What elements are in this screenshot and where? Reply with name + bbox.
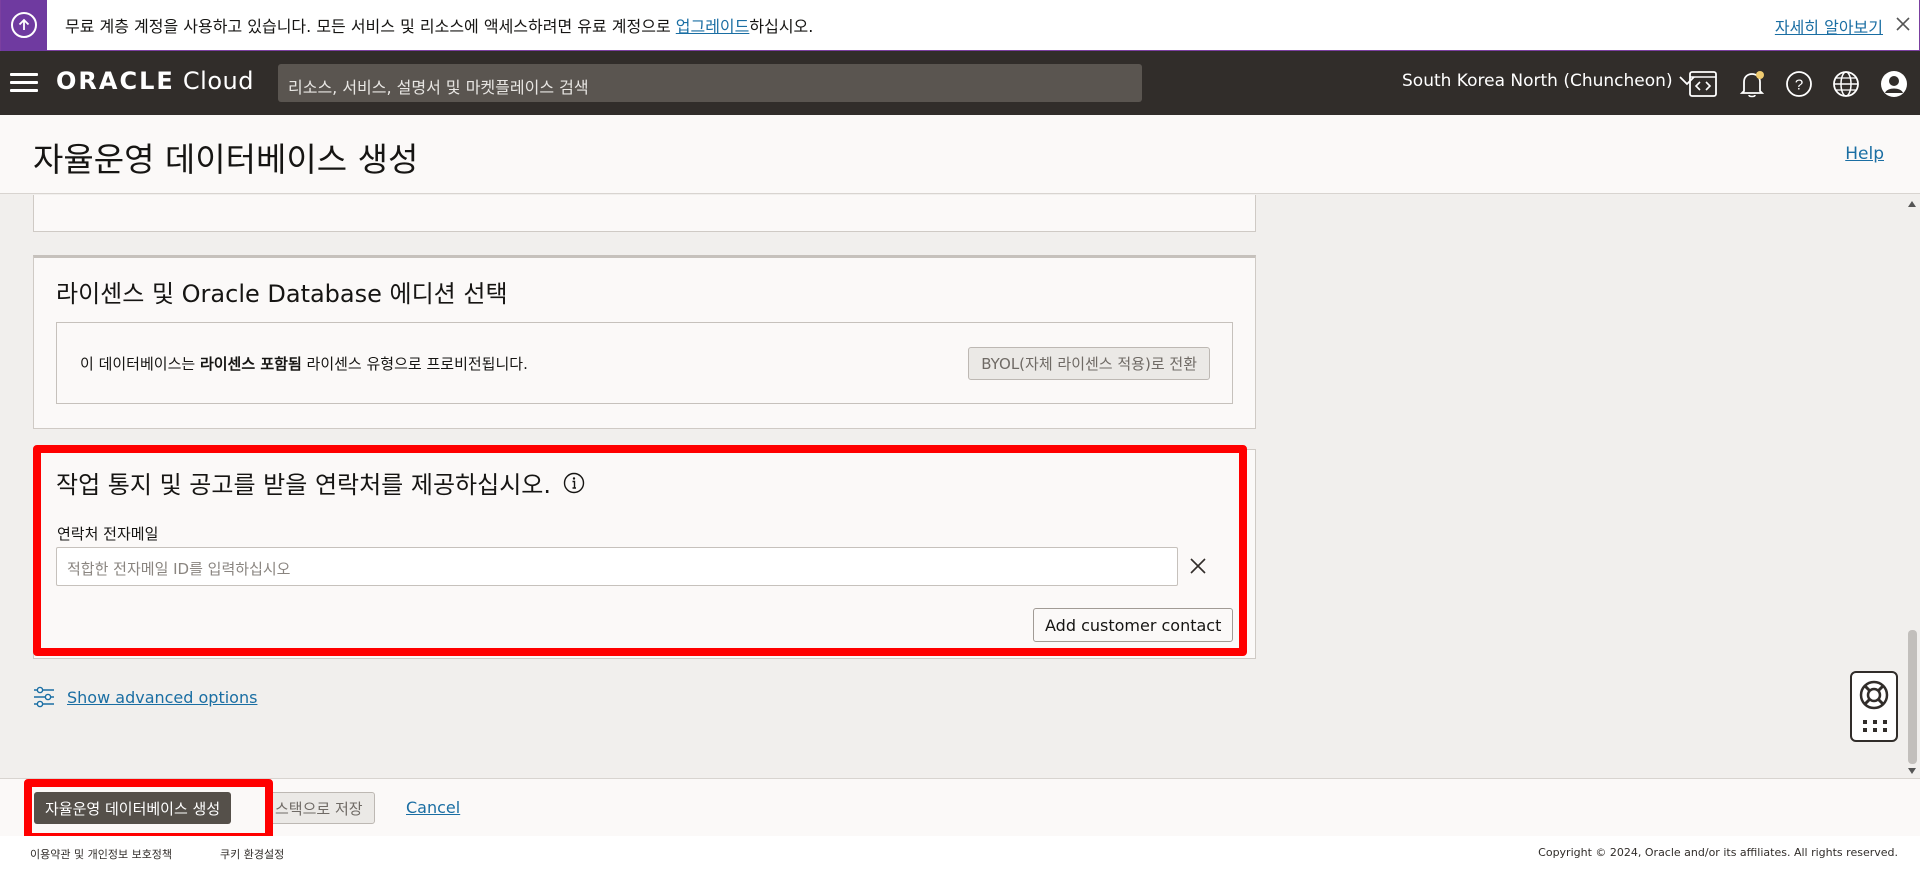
bottom-action-bar: 스택으로 저장 자율운영 데이터베이스 생성 Cancel — [0, 778, 1920, 841]
bell-icon[interactable] — [1737, 69, 1767, 99]
remove-contact-icon[interactable] — [1187, 555, 1209, 577]
grid-dots-icon — [1863, 720, 1887, 732]
free-tier-banner: 무료 계층 계정을 사용하고 있습니다. 모든 서비스 및 리소스에 액세스하려… — [0, 0, 1920, 51]
help-icon[interactable]: ? — [1784, 69, 1814, 99]
save-as-stack-button[interactable]: 스택으로 저장 — [268, 792, 375, 824]
banner-text-after: 하십시오. — [749, 17, 814, 36]
page-title: 자율운영 데이터베이스 생성 — [33, 140, 419, 179]
profile-avatar-icon[interactable] — [1879, 69, 1909, 99]
license-section: 라이센스 및 Oracle Database 에디션 선택 이 데이터베이스는 … — [33, 255, 1256, 429]
contact-section-title: 작업 통지 및 공고를 받을 연락처를 제공하십시오. — [56, 471, 552, 499]
globe-icon[interactable] — [1831, 69, 1861, 99]
svg-text:?: ? — [1795, 77, 1803, 94]
close-icon[interactable] — [1893, 14, 1913, 34]
license-text-before: 이 데이터베이스는 — [80, 355, 200, 373]
contact-section-title-row: 작업 통지 및 공고를 받을 연락처를 제공하십시오. — [56, 465, 585, 500]
support-widget[interactable] — [1850, 671, 1898, 742]
previous-section-panel — [33, 195, 1256, 232]
learn-more-link[interactable]: 자세히 알아보기 — [1775, 14, 1883, 38]
add-customer-contact-button[interactable]: Add customer contact — [1033, 608, 1234, 642]
upgrade-banner-icon-box — [1, 0, 47, 51]
logo-oracle-text: ORACLE — [56, 67, 175, 95]
code-editor-icon[interactable] — [1688, 69, 1718, 99]
copyright-text: Copyright © 2024, Oracle and/or its affi… — [1538, 846, 1898, 859]
banner-text-before: 무료 계층 계정을 사용하고 있습니다. 모든 서비스 및 리소스에 액세스하려… — [65, 17, 676, 36]
menu-icon[interactable] — [10, 73, 38, 93]
page-header: 자율운영 데이터베이스 생성 Help — [0, 115, 1920, 194]
page-footer: 이용약관 및 개인정보 보호정책 쿠키 환경설정 Copyright © 202… — [0, 836, 1920, 869]
contact-email-input[interactable]: 적합한 전자메일 ID를 입력하십시오 — [56, 547, 1178, 586]
top-navigation: ORACLE Cloud 리소스, 서비스, 설명서 및 마켓플레이스 검색 S… — [0, 51, 1920, 115]
create-autonomous-database-button[interactable]: 자율운영 데이터베이스 생성 — [34, 792, 232, 824]
arrow-up-icon — [11, 12, 37, 38]
cookie-preferences-link[interactable]: 쿠키 환경설정 — [220, 846, 284, 862]
show-advanced-options[interactable]: Show advanced options — [33, 686, 257, 708]
info-icon[interactable] — [563, 472, 585, 494]
license-section-title: 라이센스 및 Oracle Database 에디션 선택 — [56, 280, 508, 308]
scroll-up-arrow-icon[interactable] — [1908, 201, 1916, 207]
byol-switch-button[interactable]: BYOL(자체 라이센스 적용)로 전환 — [968, 347, 1210, 380]
cancel-link[interactable]: Cancel — [406, 798, 460, 817]
region-selector[interactable]: South Korea North (Chuncheon) — [1402, 71, 1695, 91]
sliders-icon — [34, 686, 54, 708]
main-content: 라이센스 및 Oracle Database 에디션 선택 이 데이터베이스는 … — [0, 195, 1905, 778]
banner-message: 무료 계층 계정을 사용하고 있습니다. 모든 서비스 및 리소스에 액세스하려… — [65, 13, 813, 37]
content-scrollbar[interactable] — [1905, 195, 1920, 778]
license-info-box: 이 데이터베이스는 라이센스 포함됨 라이센스 유형으로 프로비전됩니다. BY… — [56, 322, 1233, 404]
contact-email-label: 연락처 전자메일 — [57, 525, 159, 543]
license-info-text: 이 데이터베이스는 라이센스 포함됨 라이센스 유형으로 프로비전됩니다. — [80, 353, 528, 374]
license-text-after: 라이센스 유형으로 프로비전됩니다. — [301, 355, 528, 373]
license-type-bold: 라이센스 포함됨 — [199, 355, 302, 373]
scroll-thumb[interactable] — [1908, 630, 1917, 764]
upgrade-link[interactable]: 업그레이드 — [676, 17, 750, 36]
region-label: South Korea North (Chuncheon) — [1402, 71, 1673, 91]
oracle-cloud-logo[interactable]: ORACLE Cloud — [56, 67, 254, 95]
lifebuoy-icon — [1859, 680, 1889, 710]
scroll-down-arrow-icon[interactable] — [1908, 768, 1916, 774]
terms-privacy-link[interactable]: 이용약관 및 개인정보 보호정책 — [30, 846, 172, 862]
search-input[interactable]: 리소스, 서비스, 설명서 및 마켓플레이스 검색 — [278, 64, 1142, 102]
show-advanced-options-label: Show advanced options — [67, 687, 258, 707]
help-link[interactable]: Help — [1845, 144, 1884, 164]
logo-cloud-text: Cloud — [174, 67, 254, 95]
